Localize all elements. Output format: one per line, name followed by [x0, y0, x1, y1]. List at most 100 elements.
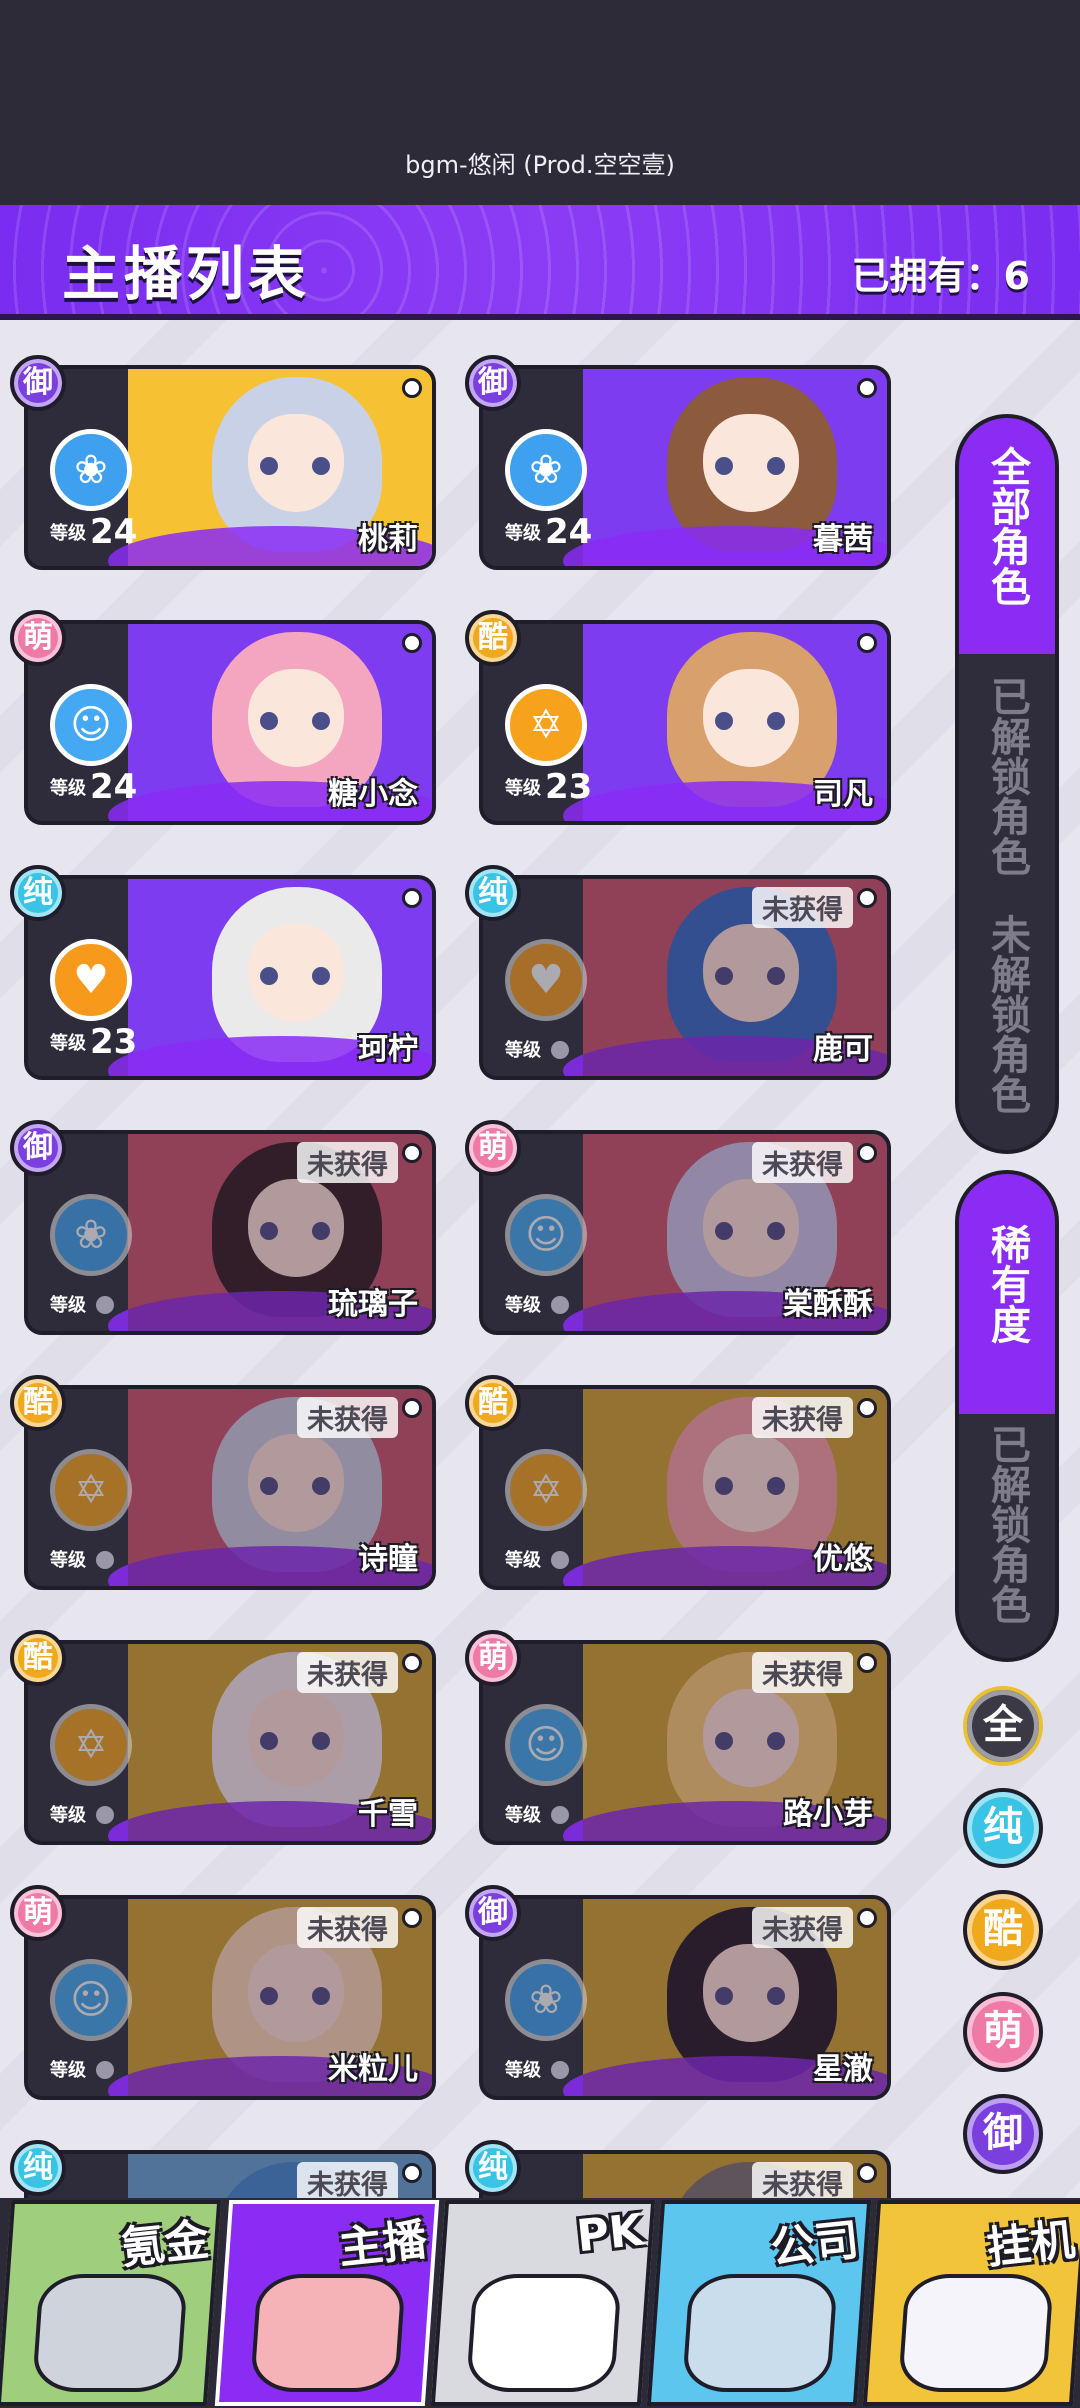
lock-level-icon	[96, 1551, 114, 1569]
streamer-card[interactable]: ♥ 未获得 纯	[465, 2140, 891, 2198]
star-icon: ✡	[50, 1704, 132, 1786]
level-label: 等级	[50, 1550, 86, 1571]
owned-count: 已拥有：6	[851, 254, 1030, 298]
streamer-name: 路小芽	[783, 1797, 873, 1832]
not-obtained-tag: 未获得	[297, 1142, 398, 1183]
nav-idle-button[interactable]: 挂机	[862, 2200, 1080, 2406]
indicator-dot	[402, 1908, 422, 1928]
streamer-name: 星澈	[813, 2052, 873, 2087]
level-info: 等级 24	[50, 512, 137, 552]
not-obtained-tag: 未获得	[752, 1397, 853, 1438]
nav-recharge-button[interactable]: 氪金	[0, 2200, 222, 2406]
lock-level-icon	[96, 2061, 114, 2079]
level-info: 等级 24	[50, 767, 137, 807]
indicator-dot	[857, 633, 877, 653]
type-badge: 萌	[10, 610, 66, 666]
type-filter-cool[interactable]: 酷	[963, 1890, 1043, 1970]
streamer-card[interactable]: ☺ 等级 未获得 米粒儿 萌	[10, 1885, 436, 2100]
level-info: 等级	[505, 1546, 569, 1572]
streamer-card[interactable]: ☺ 等级 24 糖小念 萌	[10, 610, 436, 825]
level-label: 等级	[50, 1033, 86, 1054]
nav-company-button[interactable]: 公司	[646, 2200, 872, 2406]
level-info: 等级	[50, 2056, 114, 2082]
card-frame: ♥ 等级 23 珂柠	[24, 875, 436, 1080]
streamer-name: 琉璃子	[328, 1287, 418, 1322]
not-obtained-tag: 未获得	[297, 1652, 398, 1693]
filter-unlocked-tab[interactable]: 已解锁角色	[959, 654, 1055, 904]
card-frame: ☺ 等级 未获得 棠酥酥	[479, 1130, 891, 1335]
indicator-dot	[857, 378, 877, 398]
card-frame: ✡ 等级 未获得 优悠	[479, 1385, 891, 1590]
nav-pk-button[interactable]: PK	[430, 2200, 656, 2406]
nav-pk-label: PK	[574, 2204, 646, 2263]
streamer-card[interactable]: ✡ 等级 未获得 优悠 酷	[465, 1375, 891, 1590]
indicator-dot	[857, 1143, 877, 1163]
streamer-name: 鹿可	[813, 1032, 873, 1067]
type-badge: 酷	[10, 1630, 66, 1686]
cat-icon: ☺	[505, 1704, 587, 1786]
level-value: 23	[90, 1022, 138, 1062]
nav-company-label: 公司	[768, 2214, 862, 2275]
type-badge: 酷	[465, 1375, 521, 1431]
streamer-card[interactable]: ☺ 等级 未获得 棠酥酥 萌	[465, 1120, 891, 1335]
streamer-name: 司凡	[813, 777, 873, 812]
filter-all-tab[interactable]: 全部角色	[959, 418, 1055, 654]
type-filter-cute[interactable]: 萌	[963, 1992, 1043, 2072]
type-filter-all[interactable]: 全	[963, 1686, 1043, 1766]
type-filter-royal[interactable]: 御	[963, 2094, 1043, 2174]
level-info: 等级	[50, 1546, 114, 1572]
page-title: 主播列表	[62, 240, 311, 308]
streamer-list-area: ❀ 等级 24 桃莉 御 ❀ 等级 24 暮茜 御 ☺ 等级 24 糖小念 萌 …	[0, 320, 1080, 2198]
pk-versus-icon	[465, 2274, 623, 2392]
building-icon	[681, 2274, 839, 2392]
cat-icon: ☺	[50, 684, 132, 766]
streamer-card[interactable]: ❀ 等级 24 桃莉 御	[10, 355, 436, 570]
not-obtained-tag: 未获得	[297, 1397, 398, 1438]
streamer-card[interactable]: ♥ 等级 未获得 鹿可 纯	[465, 865, 891, 1080]
indicator-dot	[402, 1653, 422, 1673]
streamer-name: 千雪	[358, 1797, 418, 1832]
streamer-card[interactable]: ❀ 等级 24 暮茜 御	[465, 355, 891, 570]
streamer-card[interactable]: ❀ 等级 未获得 星澈 御	[465, 1885, 891, 2100]
sort-unlocked-tab[interactable]: 已解锁角色	[959, 1414, 1055, 1658]
not-obtained-tag: 未获得	[752, 1142, 853, 1183]
not-obtained-tag: 未获得	[297, 1907, 398, 1948]
type-badge: 纯	[465, 2140, 521, 2196]
card-frame: ❀ 等级 未获得 琉璃子	[24, 1130, 436, 1335]
filter-all-label: 全部角色	[984, 446, 1030, 606]
sort-pill: 稀有度 已解锁角色	[955, 1170, 1059, 1662]
level-info: 等级	[505, 1036, 569, 1062]
card-frame: ♥ 未获得	[24, 2150, 436, 2198]
card-frame: ☺ 等级 未获得 路小芽	[479, 1640, 891, 1845]
character-eyes	[715, 457, 785, 475]
sort-rarity-tab[interactable]: 稀有度	[959, 1174, 1055, 1414]
streamer-card[interactable]: ☺ 等级 未获得 路小芽 萌	[465, 1630, 891, 1845]
indicator-dot	[402, 2163, 422, 2183]
type-badge: 酷	[465, 610, 521, 666]
level-info: 等级	[505, 1291, 569, 1317]
type-badge: 御	[10, 1120, 66, 1176]
card-frame: ❀ 等级 24 暮茜	[479, 365, 891, 570]
streamer-card[interactable]: ❀ 等级 未获得 琉璃子 御	[10, 1120, 436, 1335]
not-obtained-tag: 未获得	[752, 887, 853, 928]
cat-icon: ☺	[50, 1959, 132, 2041]
streamer-card[interactable]: ✡ 等级 未获得 诗瞳 酷	[10, 1375, 436, 1590]
level-info: 等级	[505, 1801, 569, 1827]
lock-level-icon	[96, 1296, 114, 1314]
streamer-card[interactable]: ♥ 等级 23 珂柠 纯	[10, 865, 436, 1080]
streamer-card[interactable]: ✡ 等级 未获得 千雪 酷	[10, 1630, 436, 1845]
card-frame: ☺ 等级 未获得 米粒儿	[24, 1895, 436, 2100]
streamer-card[interactable]: ✡ 等级 23 司凡 酷	[465, 610, 891, 825]
filter-locked-tab[interactable]: 未解锁角色	[959, 904, 1055, 1150]
level-value: 23	[545, 767, 593, 807]
level-info: 等级 23	[505, 767, 592, 807]
type-badge: 萌	[465, 1630, 521, 1686]
nav-idle-label: 挂机	[984, 2214, 1078, 2275]
nav-streamer-button[interactable]: 主播	[214, 2200, 440, 2406]
indicator-dot	[402, 888, 422, 908]
streamer-card[interactable]: ♥ 未获得 纯	[10, 2140, 436, 2198]
character-eyes	[715, 712, 785, 730]
piggy-bank-icon	[897, 2274, 1055, 2392]
level-label: 等级	[505, 1295, 541, 1316]
type-filter-pure[interactable]: 纯	[963, 1788, 1043, 1868]
